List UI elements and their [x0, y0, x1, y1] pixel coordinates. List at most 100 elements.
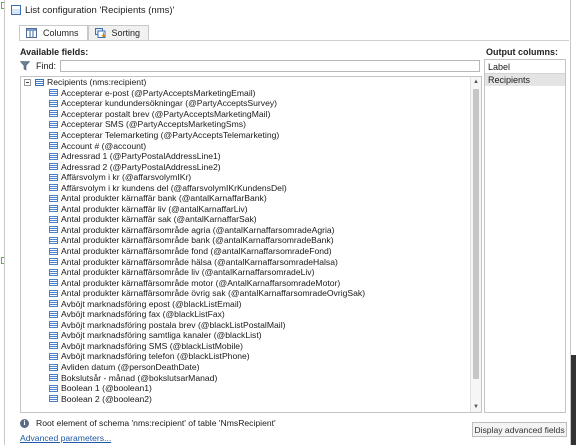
tab-sorting-label: Sorting	[111, 28, 141, 38]
output-column-item[interactable]: Recipients	[485, 74, 565, 86]
field-item[interactable]: Adressrad 2 (@PartyPostalAddressLine2)	[21, 161, 470, 172]
field-label: Accepterar SMS (@PartyAcceptsMarketingSm…	[61, 119, 246, 130]
field-item[interactable]: Avböjt marknadsföring telefon (@blackLis…	[21, 351, 470, 362]
output-columns-header[interactable]: Label	[485, 60, 565, 74]
tab-bar: Columns Sorting	[19, 25, 150, 40]
field-item[interactable]: Affärsvolym i kr kundens del (@affarsvol…	[21, 182, 470, 193]
field-item[interactable]: Antal produkter kärnaffärsområde bank (@…	[21, 235, 470, 246]
tab-columns-label: Columns	[43, 28, 79, 38]
field-label: Antal produkter kärnaffärsområde motor (…	[61, 277, 341, 288]
field-item[interactable]: Avböjt marknadsföring postala brev (@bla…	[21, 320, 470, 331]
field-item[interactable]: Accepterar Telemarketing (@PartyAcceptsT…	[21, 130, 470, 141]
field-item[interactable]: Bokslutsår - månad (@bokslutsarManad)	[21, 372, 470, 383]
status-row: i Root element of schema 'nms:recipient'…	[20, 418, 276, 428]
field-label: Antal produkter kärnaffärsområde övrig s…	[61, 288, 366, 299]
field-item[interactable]: Antal produkter kärnaffärsområde övrig s…	[21, 288, 470, 299]
output-columns-list[interactable]: Label Recipients	[484, 59, 566, 413]
field-icon	[49, 258, 58, 266]
field-label: Affärsvolym i kr (@affarsvolymIKr)	[61, 172, 192, 183]
tree-scrollbar[interactable]: ▲ ▼	[470, 77, 481, 412]
field-item[interactable]: Antal produkter kärnaffär bank (@antalKa…	[21, 193, 470, 204]
scroll-up-arrow-icon[interactable]: ▲	[471, 77, 481, 87]
field-icon	[49, 120, 58, 128]
field-label: Boolean 2 (@boolean2)	[61, 393, 152, 404]
field-label: Adressrad 1 (@PartyPostalAddressLine1)	[61, 151, 221, 162]
field-icon	[49, 142, 58, 150]
background-edge	[571, 355, 576, 445]
field-icon	[49, 331, 58, 339]
tab-columns[interactable]: Columns	[19, 25, 88, 40]
scrollbar-thumb[interactable]	[473, 89, 479, 379]
tree-root[interactable]: Recipients (nms:recipient)	[21, 77, 470, 88]
field-label: Avböjt marknadsföring fax (@blackListFax…	[61, 309, 225, 320]
field-item[interactable]: Antal produkter kärnaffärsområde motor (…	[21, 277, 470, 288]
field-item[interactable]: Antal produkter kärnaffärsområde liv (@a…	[21, 267, 470, 278]
info-icon: i	[20, 418, 29, 428]
field-item[interactable]: Avböjt marknadsföring SMS (@blackListMob…	[21, 341, 470, 352]
field-item[interactable]: Adressrad 1 (@PartyPostalAddressLine1)	[21, 151, 470, 162]
tab-sorting[interactable]: Sorting	[87, 25, 150, 40]
field-label: Antal produkter kärnaffärsområde hälsa (…	[61, 256, 338, 267]
field-item[interactable]: Avböjt marknadsföring fax (@blackListFax…	[21, 309, 470, 320]
field-item[interactable]: Accepterar kundundersökningar (@PartyAcc…	[21, 98, 470, 109]
advanced-parameters-link[interactable]: Advanced parameters...	[20, 433, 111, 443]
field-item[interactable]: Account # (@account)	[21, 140, 470, 151]
field-icon	[49, 395, 58, 403]
status-text: Root element of schema 'nms:recipient' o…	[36, 418, 276, 428]
field-label: Account # (@account)	[61, 140, 147, 151]
field-label: Affärsvolym i kr kundens del (@affarsvol…	[61, 182, 287, 193]
field-icon	[49, 194, 58, 202]
field-icon	[49, 226, 58, 234]
field-item[interactable]: Antal produkter kärnaffärsområde agria (…	[21, 225, 470, 236]
field-item[interactable]: Antal produkter kärnaffär sak (@antalKar…	[21, 214, 470, 225]
field-label: Accepterar Telemarketing (@PartyAcceptsT…	[61, 130, 280, 140]
field-item[interactable]: Avböjt marknadsföring epost (@blackListE…	[21, 298, 470, 309]
field-icon	[49, 205, 58, 213]
field-label: Antal produkter kärnaffär bank (@antalKa…	[61, 193, 267, 204]
field-item[interactable]: Antal produkter kärnaffärsområde fond (@…	[21, 246, 470, 257]
field-item[interactable]: Affärsvolym i kr (@affarsvolymIKr)	[21, 172, 470, 183]
field-icon	[49, 131, 58, 139]
tree-root-label: Recipients (nms:recipient)	[47, 77, 147, 88]
field-item[interactable]: Antal produkter kärnaffär liv (@antalKar…	[21, 204, 470, 215]
field-label: Antal produkter kärnaffärsområde fond (@…	[61, 246, 332, 257]
field-label: Avliden datum (@personDeathDate)	[61, 362, 200, 373]
field-item[interactable]: Avliden datum (@personDeathDate)	[21, 362, 470, 373]
field-label: Avböjt marknadsföring telefon (@blackLis…	[61, 351, 250, 362]
field-item[interactable]: Antal produkter kärnaffärsområde hälsa (…	[21, 256, 470, 267]
available-fields-label: Available fields:	[20, 47, 89, 57]
field-item[interactable]: Boolean 2 (@boolean2)	[21, 393, 470, 404]
display-advanced-fields-button[interactable]: Display advanced fields	[472, 422, 567, 437]
field-icon	[49, 236, 58, 244]
field-label: Avböjt marknadsföring epost (@blackListE…	[61, 298, 242, 309]
scroll-down-arrow-icon[interactable]: ▼	[471, 402, 481, 412]
field-icon	[49, 268, 58, 276]
field-item[interactable]: Boolean 1 (@boolean1)	[21, 383, 470, 394]
field-item[interactable]: Accepterar postalt brev (@PartyAcceptsMa…	[21, 109, 470, 120]
field-icon	[49, 247, 58, 255]
available-fields-tree[interactable]: Recipients (nms:recipient) Accepterar e-…	[20, 76, 482, 413]
find-input[interactable]	[60, 60, 480, 72]
find-row: Find:	[20, 59, 480, 73]
field-icon	[49, 184, 58, 192]
field-label: Adressrad 2 (@PartyPostalAddressLine2)	[61, 161, 221, 172]
field-icon	[49, 215, 58, 223]
title-bar: List configuration 'Recipients (nms)'	[5, 0, 570, 20]
field-item[interactable]: Avböjt marknadsföring samtliga kanaler (…	[21, 330, 470, 341]
field-item[interactable]: Accepterar e-post (@PartyAcceptsMarketin…	[21, 88, 470, 99]
table-node-icon	[35, 78, 44, 86]
field-label: Antal produkter kärnaffärsområde bank (@…	[61, 235, 334, 246]
field-icon	[49, 152, 58, 160]
field-item[interactable]: Accepterar SMS (@PartyAcceptsMarketingSm…	[21, 119, 470, 130]
collapse-icon[interactable]	[24, 78, 31, 86]
field-icon	[49, 363, 58, 371]
field-icon	[49, 289, 58, 297]
field-label: Accepterar postalt brev (@PartyAcceptsMa…	[61, 108, 271, 119]
field-label: Avböjt marknadsföring SMS (@blackListMob…	[61, 340, 243, 351]
window-icon	[11, 5, 21, 15]
field-label: Bokslutsår - månad (@bokslutsarManad)	[61, 372, 218, 383]
dialog-window: List configuration 'Recipients (nms)' Co…	[4, 0, 571, 445]
field-icon	[49, 173, 58, 181]
field-icon	[49, 310, 58, 318]
field-label: Avböjt marknadsföring samtliga kanaler (…	[61, 330, 262, 341]
